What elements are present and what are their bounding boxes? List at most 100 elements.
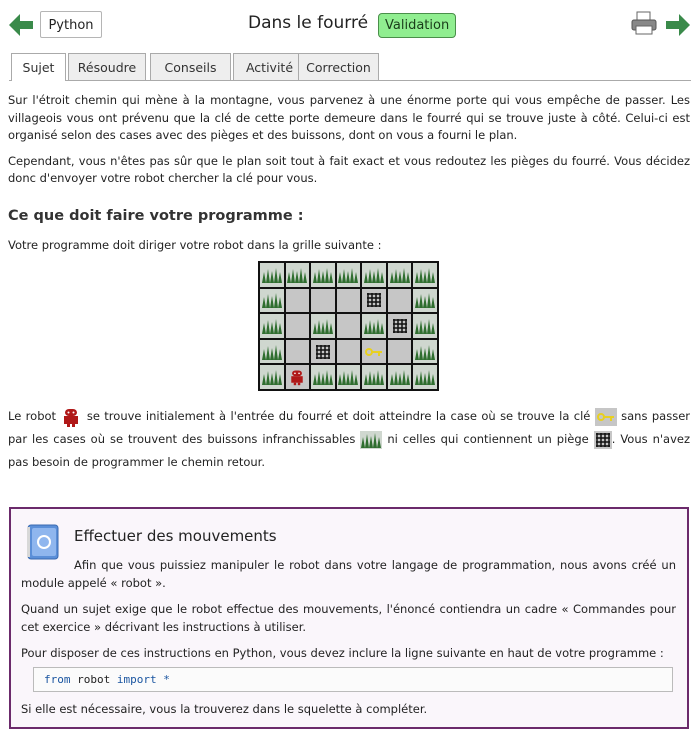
bush-icon	[338, 370, 359, 386]
bush-icon	[415, 344, 436, 360]
grid-cell-empty	[336, 339, 361, 364]
grid-cell-empty	[336, 288, 361, 313]
code-keyword: import	[116, 673, 157, 686]
key-icon	[594, 407, 617, 426]
grid-cell-empty	[285, 288, 310, 313]
grid-cell-bush	[336, 263, 361, 287]
bush-icon	[364, 370, 385, 386]
box-title: Effectuer des mouvements	[74, 527, 277, 545]
desc-text: se trouve initialement à l'entrée du fou…	[82, 409, 595, 423]
printer-icon[interactable]	[631, 11, 657, 35]
bush-icon	[312, 318, 333, 334]
code-snippet: from robot import *	[33, 667, 673, 692]
grid-cell-robot	[285, 365, 310, 389]
tab-sujet[interactable]: Sujet	[11, 53, 66, 81]
top-bar: Python Dans le fourré Validation	[0, 0, 700, 50]
grid-cell-bush	[413, 365, 437, 389]
grid-cell-empty	[336, 314, 361, 338]
intro-paragraph-2: Cependant, vous n'êtes pas sûr que le pl…	[8, 153, 690, 186]
grid-description: Le robot se trouve initialement à l'entr…	[8, 405, 690, 474]
box-text: Afin que vous puissiez manipuler le robo…	[21, 557, 676, 672]
page-title: Dans le fourré	[248, 13, 369, 33]
grid-cell-bush	[311, 314, 335, 338]
next-arrow-icon[interactable]	[666, 14, 690, 36]
grid-cell-bush	[387, 263, 412, 287]
grid-cell-bush	[413, 314, 437, 338]
grid-cell-trap	[362, 288, 386, 313]
intro-paragraph-1: Sur l'étroit chemin qui mène à la montag…	[8, 93, 690, 142]
bush-icon	[415, 293, 436, 309]
robot-grid	[258, 261, 439, 391]
bush-icon	[389, 370, 410, 386]
moves-info-box: Effectuer des mouvements Afin que vous p…	[9, 507, 689, 729]
book-icon	[27, 524, 59, 560]
tab-resoudre[interactable]: Résoudre	[68, 53, 146, 80]
trap-icon	[315, 344, 330, 359]
grid-cell-bush	[311, 365, 335, 389]
grid-cell-bush	[260, 365, 284, 389]
robot-icon	[291, 370, 304, 386]
box-paragraph-1: Afin que vous puissiez manipuler le robo…	[21, 558, 676, 590]
grid-cell-bush	[413, 263, 437, 287]
bush-icon	[261, 267, 282, 283]
language-button[interactable]: Python	[40, 11, 102, 38]
desc-text: ni celles qui contiennent un piège	[382, 432, 594, 446]
grid-cell-bush	[387, 365, 412, 389]
code-keyword: from	[44, 673, 71, 686]
tab-conseils[interactable]: Conseils	[150, 53, 231, 80]
bush-icon	[364, 267, 385, 283]
grid-cell-trap	[387, 314, 412, 338]
desc-text: Le robot	[8, 409, 61, 423]
bush-icon	[389, 267, 410, 283]
box-paragraph-2: Quand un sujet exige que le robot effect…	[21, 602, 676, 634]
tab-activite[interactable]: Activité	[233, 53, 306, 80]
code-star: *	[163, 673, 170, 686]
bush-icon	[360, 430, 383, 449]
bush-icon	[312, 370, 333, 386]
validation-badge[interactable]: Validation	[378, 13, 457, 38]
bush-icon	[312, 267, 333, 283]
trap-icon	[593, 430, 612, 449]
box-paragraph-3: Pour disposer de ces instructions en Pyt…	[21, 646, 664, 660]
code-module: robot	[77, 673, 111, 686]
bush-icon	[287, 267, 308, 283]
box-paragraph-4: Si elle est nécessaire, vous la trouvere…	[21, 702, 428, 716]
grid-cell-empty	[387, 339, 412, 364]
grid-cell-bush	[413, 288, 437, 313]
bush-icon	[261, 293, 282, 309]
bush-icon	[261, 370, 282, 386]
grid-cell-empty	[387, 288, 412, 313]
intro-text: Sur l'étroit chemin qui mène à la montag…	[8, 92, 690, 196]
grid-cell-empty	[285, 339, 310, 364]
grid-cell-bush	[260, 288, 284, 313]
grid-cell-empty	[285, 314, 310, 338]
bush-icon	[364, 318, 385, 334]
grid-cell-bush	[260, 263, 284, 287]
key-icon	[365, 347, 383, 356]
bush-icon	[415, 370, 436, 386]
section-heading: Ce que doit faire votre programme :	[8, 208, 304, 224]
tab-correction[interactable]: Correction	[298, 53, 379, 80]
trap-icon	[367, 293, 382, 308]
grid-cell-bush	[413, 339, 437, 364]
bush-icon	[415, 267, 436, 283]
grid-cell-bush	[336, 365, 361, 389]
grid-cell-empty	[311, 288, 335, 313]
grid-cell-bush	[260, 314, 284, 338]
grid-cell-bush	[362, 365, 386, 389]
trap-icon	[392, 318, 407, 333]
previous-arrow-icon[interactable]	[9, 14, 33, 36]
tab-bar: Sujet Résoudre Conseils Activité Correct…	[9, 53, 691, 81]
bush-icon	[338, 267, 359, 283]
grid-cell-bush	[285, 263, 310, 287]
grid-cell-bush	[260, 339, 284, 364]
robot-icon	[64, 408, 79, 427]
grid-cell-bush	[311, 263, 335, 287]
grid-cell-key	[362, 339, 386, 364]
grid-intro: Votre programme doit diriger votre robot…	[8, 238, 382, 252]
bush-icon	[261, 344, 282, 360]
grid-cell-trap	[311, 339, 335, 364]
bush-icon	[415, 318, 436, 334]
grid-cell-bush	[362, 263, 386, 287]
bush-icon	[261, 318, 282, 334]
